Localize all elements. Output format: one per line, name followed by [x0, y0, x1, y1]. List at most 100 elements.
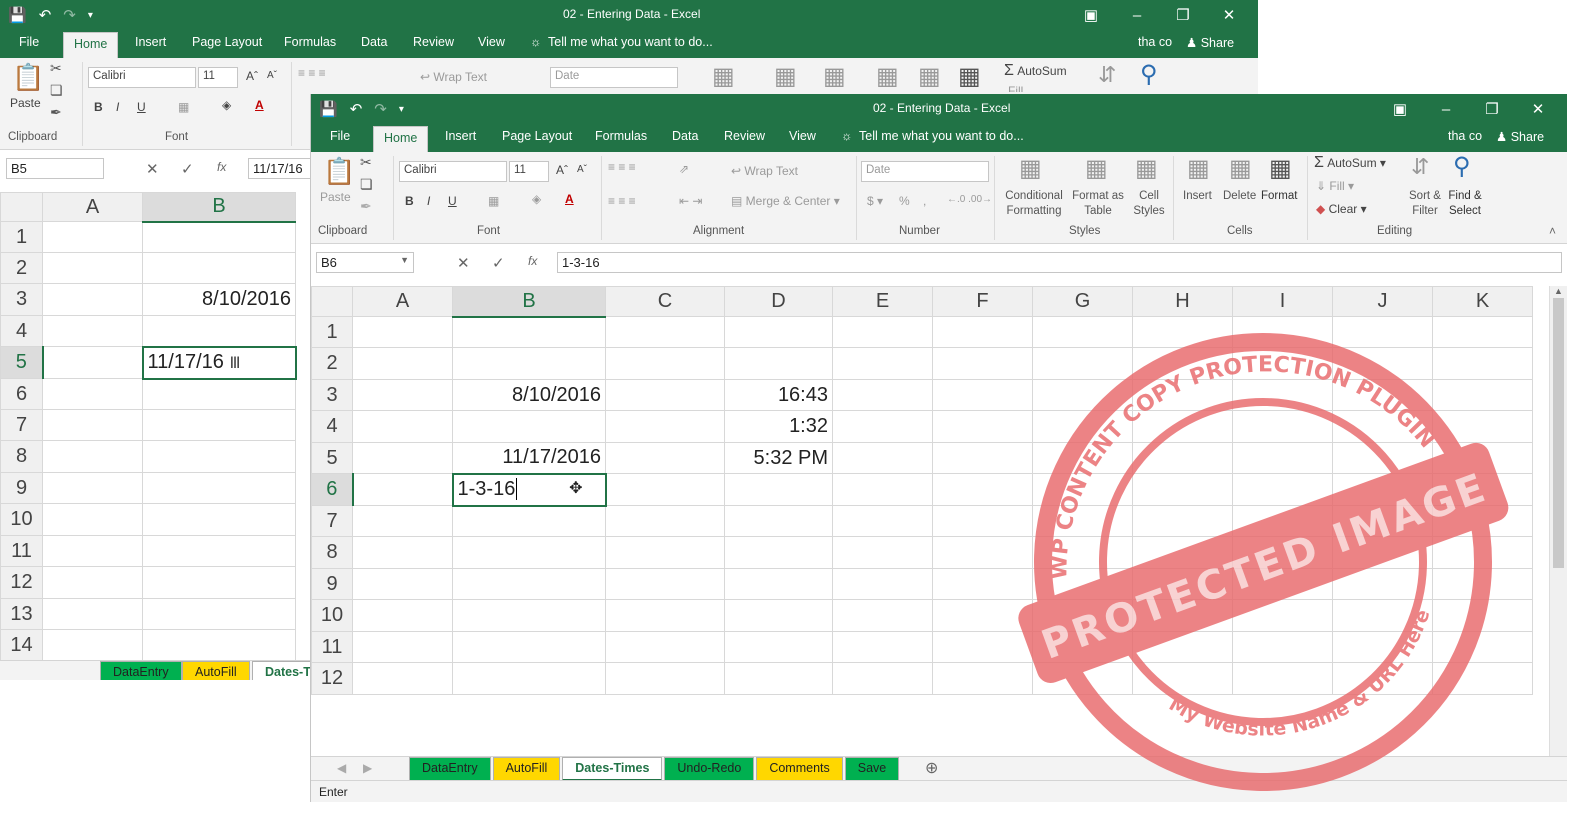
insert-cells-icon[interactable]: ▦: [876, 62, 899, 91]
cell[interactable]: [832, 442, 933, 474]
cell[interactable]: [452, 536, 606, 569]
ribbon-display-icon[interactable]: ▣: [1068, 6, 1114, 24]
borders-icon[interactable]: ▦: [488, 194, 499, 208]
cell[interactable]: [352, 505, 453, 537]
tab-review[interactable]: Review: [413, 35, 454, 49]
formula-input[interactable]: 11/17/16: [248, 158, 318, 179]
share-button[interactable]: ♟ Share: [1496, 129, 1544, 144]
cell[interactable]: [1032, 536, 1133, 569]
format-cells-icon[interactable]: ▦: [1269, 154, 1292, 183]
cell[interactable]: [1132, 631, 1233, 663]
cell[interactable]: [832, 347, 933, 380]
cell[interactable]: [1232, 473, 1333, 506]
cell[interactable]: [1232, 379, 1333, 411]
redo-icon[interactable]: ↷: [374, 100, 387, 118]
redo-icon[interactable]: ↷: [63, 6, 76, 24]
cell[interactable]: [605, 347, 725, 380]
cancel-entry-icon[interactable]: ✕: [146, 160, 159, 178]
cell[interactable]: [42, 315, 143, 347]
cell[interactable]: [1432, 568, 1533, 600]
cell[interactable]: [724, 347, 833, 380]
row-header[interactable]: 5: [311, 442, 353, 474]
cell[interactable]: [1432, 410, 1533, 443]
tab-review[interactable]: Review: [724, 129, 765, 143]
cell[interactable]: [42, 221, 143, 253]
cell[interactable]: [932, 631, 1033, 663]
cell[interactable]: [605, 473, 725, 506]
italic-button[interactable]: I: [427, 194, 430, 208]
tell-me-search[interactable]: Tell me what you want to do...: [859, 129, 1024, 143]
cell[interactable]: [1032, 505, 1133, 537]
cell[interactable]: [42, 283, 143, 316]
cell[interactable]: [724, 505, 833, 537]
cell[interactable]: [724, 599, 833, 632]
row-header[interactable]: 4: [311, 410, 353, 443]
number-format-box[interactable]: Date: [550, 67, 678, 88]
cell-d4[interactable]: 1:32: [724, 410, 833, 443]
cell[interactable]: [1132, 347, 1233, 380]
scroll-tabs-left-icon[interactable]: ◀: [337, 761, 346, 775]
sort-filter-label[interactable]: Sort & Filter: [1407, 189, 1443, 219]
cell[interactable]: [932, 505, 1033, 537]
cell[interactable]: [932, 379, 1033, 411]
row-header[interactable]: 12: [0, 566, 43, 599]
cell[interactable]: [1432, 379, 1533, 411]
cell[interactable]: [832, 662, 933, 695]
cell[interactable]: [1432, 599, 1533, 632]
cell[interactable]: [1032, 631, 1133, 663]
shrink-font-icon[interactable]: Aˇ: [577, 164, 587, 175]
cell[interactable]: [352, 536, 453, 569]
user-name[interactable]: tha co: [1138, 35, 1172, 49]
user-name[interactable]: tha co: [1448, 129, 1482, 143]
row-header[interactable]: 1: [0, 221, 43, 253]
cell[interactable]: [142, 378, 296, 410]
row-header[interactable]: 1: [311, 316, 353, 348]
cell[interactable]: [605, 316, 725, 348]
insert-function-icon[interactable]: fx: [528, 254, 537, 268]
cell-b3[interactable]: 8/10/2016: [142, 283, 296, 316]
cell[interactable]: [1332, 505, 1433, 537]
cell[interactable]: [932, 536, 1033, 569]
tab-insert[interactable]: Insert: [135, 35, 166, 49]
cell[interactable]: [142, 221, 296, 253]
cell[interactable]: [352, 599, 453, 632]
cell[interactable]: [452, 631, 606, 663]
fill-color-icon[interactable]: ◈: [532, 192, 541, 206]
column-header[interactable]: D: [724, 286, 833, 317]
row-header[interactable]: 8: [311, 536, 353, 569]
tab-data[interactable]: Data: [361, 35, 387, 49]
insert-cells-label[interactable]: Insert: [1183, 190, 1212, 202]
collapse-ribbon-icon[interactable]: ˄: [1549, 224, 1556, 238]
select-all-corner[interactable]: [311, 286, 353, 317]
sheet-tab-autofill[interactable]: AutoFill: [492, 757, 561, 781]
row-header[interactable]: 10: [0, 503, 43, 536]
row-header[interactable]: 9: [311, 568, 353, 600]
cell[interactable]: [42, 346, 143, 379]
font-name-box[interactable]: Calibri: [399, 161, 507, 182]
cell[interactable]: [352, 316, 453, 348]
tab-data[interactable]: Data: [672, 129, 698, 143]
close-icon[interactable]: ✕: [1515, 100, 1561, 118]
copy-icon[interactable]: ❏: [360, 176, 373, 193]
cell[interactable]: [1332, 442, 1433, 474]
row-header[interactable]: 4: [0, 315, 43, 347]
fill-color-icon[interactable]: ◈: [222, 98, 231, 112]
cell[interactable]: [1332, 568, 1433, 600]
conditional-formatting-icon[interactable]: ▦: [1019, 154, 1042, 183]
cell[interactable]: [1332, 473, 1433, 506]
cell[interactable]: [605, 662, 725, 695]
cell-d5[interactable]: 5:32 PM: [724, 442, 833, 474]
row-header[interactable]: 12: [311, 662, 353, 695]
copy-icon[interactable]: ❏: [50, 82, 63, 99]
confirm-entry-icon[interactable]: ✓: [492, 254, 505, 272]
cell[interactable]: [452, 347, 606, 380]
tab-formulas[interactable]: Formulas: [284, 35, 336, 49]
cell[interactable]: [605, 442, 725, 474]
cell[interactable]: [832, 379, 933, 411]
font-color-icon[interactable]: A: [565, 192, 574, 206]
cell[interactable]: [1032, 662, 1133, 695]
conditional-formatting-icon[interactable]: ▦: [712, 62, 735, 91]
cell[interactable]: [42, 378, 143, 410]
tab-file[interactable]: File: [330, 129, 350, 143]
row-header[interactable]: 7: [0, 409, 43, 441]
